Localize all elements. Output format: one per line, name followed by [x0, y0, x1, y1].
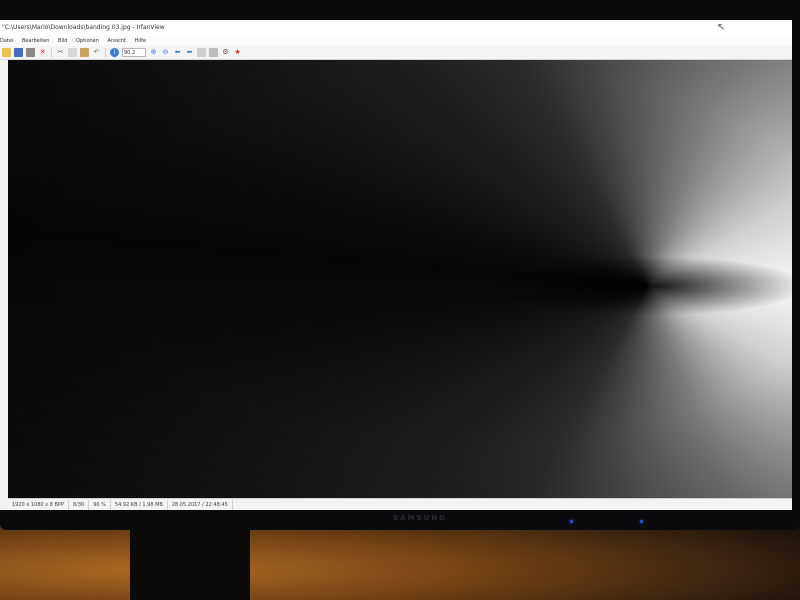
status-zoom: 90 %: [89, 500, 111, 510]
open-icon[interactable]: [2, 48, 11, 57]
undo-icon[interactable]: ↶: [92, 48, 101, 57]
screen: "C:\Users\Mario\Downloads\banding 03.jpg…: [0, 20, 792, 510]
zoom-in-icon[interactable]: ⊕: [149, 48, 158, 57]
status-bar: 1920 x 1080 x 8 BPP 8/30 90 % 54.92 KB /…: [8, 498, 792, 510]
irfanview-icon[interactable]: ★: [233, 48, 242, 57]
slideshow-icon[interactable]: [209, 48, 218, 57]
next-icon[interactable]: ➡: [185, 48, 194, 57]
power-led: [640, 520, 643, 523]
menu-item-bild[interactable]: Bild: [58, 38, 67, 44]
copy-icon[interactable]: [68, 48, 77, 57]
image-vignette: [8, 60, 792, 498]
thumbnails-icon[interactable]: [197, 48, 206, 57]
power-led: [570, 520, 573, 523]
menu-item-hilfe[interactable]: Hilfe: [135, 38, 146, 44]
previous-icon[interactable]: ⬅: [173, 48, 182, 57]
status-datetime: 28.05.2017 / 22:48:45: [168, 500, 233, 510]
zoom-input[interactable]: 90.2: [122, 48, 146, 57]
status-index: 8/30: [69, 500, 90, 510]
monitor-brand-logo: SAMSUNG: [393, 514, 447, 522]
window-titlebar[interactable]: "C:\Users\Mario\Downloads\banding 03.jpg…: [0, 20, 792, 36]
status-filesize: 54.92 KB / 1.98 MB: [111, 500, 168, 510]
menu-item-datei[interactable]: Datei: [0, 38, 13, 44]
print-icon[interactable]: [26, 48, 35, 57]
monitor-stand: [130, 520, 250, 600]
toolbar-separator: [51, 47, 52, 58]
paste-icon[interactable]: [80, 48, 89, 57]
delete-icon[interactable]: ✕: [38, 48, 47, 57]
menu-item-bearbeiten[interactable]: Bearbeiten: [22, 38, 49, 44]
menu-item-ansicht[interactable]: Ansicht: [108, 38, 126, 44]
settings-icon[interactable]: ⚙: [221, 48, 230, 57]
monitor-bezel: "C:\Users\Mario\Downloads\banding 03.jpg…: [0, 0, 800, 530]
save-icon[interactable]: [14, 48, 23, 57]
toolbar: ✕ ✂ ↶ i 90.2 ⊕ ⊖ ⬅ ➡ ⚙ ★: [0, 46, 792, 60]
menu-bar: Datei Bearbeiten Bild Optionen Ansicht H…: [0, 36, 792, 46]
image-viewport[interactable]: [8, 60, 792, 498]
mouse-cursor-icon: ↖: [717, 22, 726, 33]
cut-icon[interactable]: ✂: [56, 48, 65, 57]
toolbar-separator: [105, 47, 106, 58]
menu-item-optionen[interactable]: Optionen: [76, 38, 99, 44]
window-title: "C:\Users\Mario\Downloads\banding 03.jpg…: [2, 24, 165, 31]
info-icon[interactable]: i: [110, 48, 119, 57]
zoom-out-icon[interactable]: ⊖: [161, 48, 170, 57]
status-dimensions: 1920 x 1080 x 8 BPP: [8, 500, 69, 510]
